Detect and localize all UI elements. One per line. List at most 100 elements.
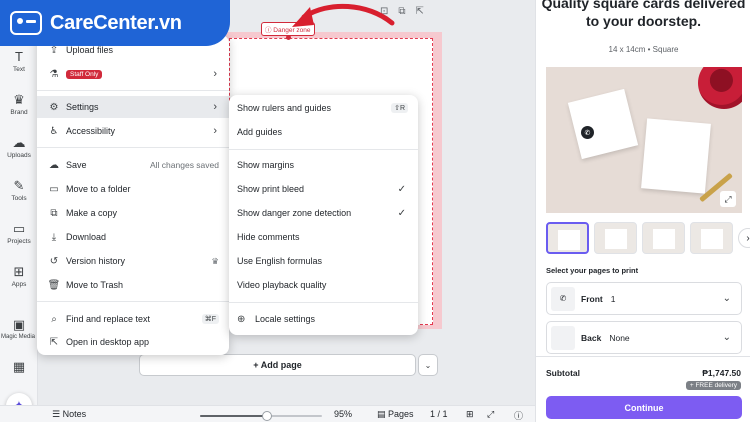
submenu-margins[interactable]: Show margins — [229, 154, 418, 176]
front-page-select[interactable]: ✆ Front 1 ⌄ — [546, 282, 742, 315]
external-link-icon: ⇱ — [49, 336, 59, 348]
submenu-hide-comments[interactable]: Hide comments — [229, 226, 418, 248]
continue-button[interactable]: Continue — [546, 396, 742, 419]
preview-thumbnails: › — [546, 222, 750, 256]
rail-text[interactable]: T Text — [0, 49, 38, 74]
save-status: All changes saved — [150, 160, 219, 170]
submenu-rulers-label: Show rulers and guides — [237, 103, 332, 113]
menu-move-folder[interactable]: ▭ Move to a folder — [37, 178, 229, 200]
help-icon[interactable]: ⓘ — [514, 409, 523, 422]
fullscreen-icon[interactable]: ⤢ — [487, 409, 494, 420]
add-page-options-button[interactable]: ⌄ — [418, 354, 438, 376]
notes-icon: ☰ — [52, 409, 61, 419]
menu-open-desktop-label: Open in desktop app — [66, 337, 150, 347]
add-page-button[interactable]: + Add page — [139, 354, 416, 376]
rail-apps[interactable]: ⊞ Apps — [0, 265, 38, 289]
notes-button[interactable]: ☰ Notes — [52, 409, 86, 420]
submenu-margins-label: Show margins — [237, 160, 295, 170]
accessibility-icon: ♿ — [49, 125, 59, 137]
submenu-danger-detect[interactable]: Show danger zone detection ✓ — [229, 202, 418, 224]
folder-icon: ▭ — [12, 221, 26, 236]
chevron-right-icon[interactable]: › — [738, 228, 750, 248]
menu-upload-files-label: Upload files — [66, 45, 114, 55]
thumbnail[interactable] — [594, 222, 637, 254]
menu-download[interactable]: ⤓ Download — [37, 226, 229, 248]
menu-find-replace[interactable]: ⌕ Find and replace text ⌘F — [37, 308, 229, 330]
rail-text-label: Text — [13, 66, 25, 73]
rail-magic-media[interactable]: ▣ Magic Media — [0, 318, 38, 341]
rail-projects[interactable]: ▭ Projects — [0, 221, 38, 246]
submenu-rulers[interactable]: Show rulers and guides ⇧R — [229, 97, 418, 119]
chevron-right-icon: › — [213, 68, 217, 80]
card-mockup — [641, 118, 711, 194]
search-icon: ⌕ — [51, 313, 57, 325]
submenu-divider — [229, 149, 418, 150]
trash-icon: 🗑 — [47, 279, 61, 291]
duplicate-icon[interactable]: ⧉ — [398, 6, 415, 17]
menu-staff-only[interactable]: ⚗ Staff Only › — [37, 63, 229, 85]
page-count: 1 / 1 — [430, 409, 448, 419]
rail-magic-media-label: Magic Media — [1, 334, 36, 340]
menu-move-trash-label: Move to Trash — [66, 280, 124, 290]
pen-icon: ✎ — [13, 178, 25, 193]
back-label: Back — [581, 332, 602, 343]
flower-decoration — [698, 67, 742, 109]
annotation-arrow — [292, 3, 395, 27]
globe-icon: ⊕ — [237, 313, 246, 325]
back-page-select[interactable]: Back None ⌄ — [546, 321, 742, 354]
upload-icon: ⇪ — [49, 44, 59, 56]
crown-icon: ♛ — [211, 255, 219, 266]
menu-accessibility[interactable]: ♿ Accessibility › — [37, 120, 229, 142]
bottom-bar: ☰ Notes 95% ▤ Pages 1 / 1 ⊞ ⤢ ⓘ — [0, 405, 535, 422]
chevron-down-icon: ⌄ — [722, 332, 731, 343]
submenu-locale[interactable]: ⊕ Locale settings — [229, 308, 418, 330]
staff-only-badge: Staff Only — [66, 69, 103, 79]
rail-extra[interactable]: ▦ — [0, 360, 38, 374]
submenu-english-formulas-label: Use English formulas — [237, 256, 323, 266]
subtotal-value: ₱1,747.50 — [702, 368, 741, 378]
checkout-footer: Subtotal ₱1,747.50 + FREE delivery Conti… — [536, 356, 750, 422]
thumbnail[interactable] — [690, 222, 733, 254]
expand-icon[interactable]: ⤢ — [720, 191, 736, 207]
submenu-video-quality[interactable]: Video playback quality — [229, 274, 418, 296]
zoom-slider[interactable] — [200, 411, 322, 421]
submenu-print-bleed[interactable]: Show print bleed ✓ — [229, 178, 418, 200]
rail-tools-label: Tools — [11, 195, 27, 202]
thumbnail[interactable] — [642, 222, 685, 254]
card-mockup — [567, 88, 639, 160]
export-icon[interactable]: ⇱ — [416, 6, 434, 17]
zoom-slider-handle[interactable] — [262, 411, 273, 421]
product-preview-image: ✆ ⤢ — [546, 67, 742, 213]
submenu-print-bleed-label: Show print bleed — [237, 184, 305, 194]
rail-tools[interactable]: ✎ Tools — [0, 178, 38, 203]
menu-download-label: Download — [66, 232, 107, 242]
history-icon: ↺ — [49, 255, 59, 267]
copy-icon: ⧉ — [50, 207, 58, 219]
menu-open-desktop[interactable]: ⇱ Open in desktop app — [37, 331, 229, 353]
menu-move-trash[interactable]: 🗑 Move to Trash — [37, 274, 229, 296]
submenu-add-guides[interactable]: Add guides — [229, 121, 418, 143]
menu-version-history[interactable]: ↺ Version history ♛ — [37, 250, 229, 272]
rail-uploads[interactable]: ☁ Uploads — [0, 136, 38, 160]
brand-logo: CareCenter.vn — [0, 0, 230, 46]
thumbnail[interactable] — [546, 222, 589, 254]
menu-save[interactable]: ☁ Save All changes saved — [37, 154, 229, 176]
brand-icon: ♛ — [13, 92, 25, 107]
rail-brand-label: Brand — [10, 109, 28, 116]
rail-apps-label: Apps — [11, 281, 27, 288]
text-icon: T — [15, 49, 23, 64]
menu-divider — [37, 147, 229, 148]
grid-view-icon[interactable]: ⊞ — [466, 409, 474, 420]
blank-page-icon — [551, 325, 575, 350]
select-pages-label: Select your pages to print — [546, 266, 639, 275]
rail-brand[interactable]: ♛ Brand — [0, 92, 38, 117]
brand-logo-text: CareCenter.vn — [50, 11, 182, 34]
free-delivery-badge: + FREE delivery — [685, 381, 741, 390]
zoom-level[interactable]: 95% — [334, 409, 352, 419]
menu-settings[interactable]: ⚙ Settings › — [37, 96, 229, 118]
pages-label: Pages — [388, 409, 414, 419]
pages-button[interactable]: ▤ Pages — [377, 409, 414, 420]
danger-zone-marker — [286, 35, 291, 40]
menu-make-copy[interactable]: ⧉ Make a copy — [37, 202, 229, 224]
submenu-english-formulas[interactable]: Use English formulas — [229, 250, 418, 272]
